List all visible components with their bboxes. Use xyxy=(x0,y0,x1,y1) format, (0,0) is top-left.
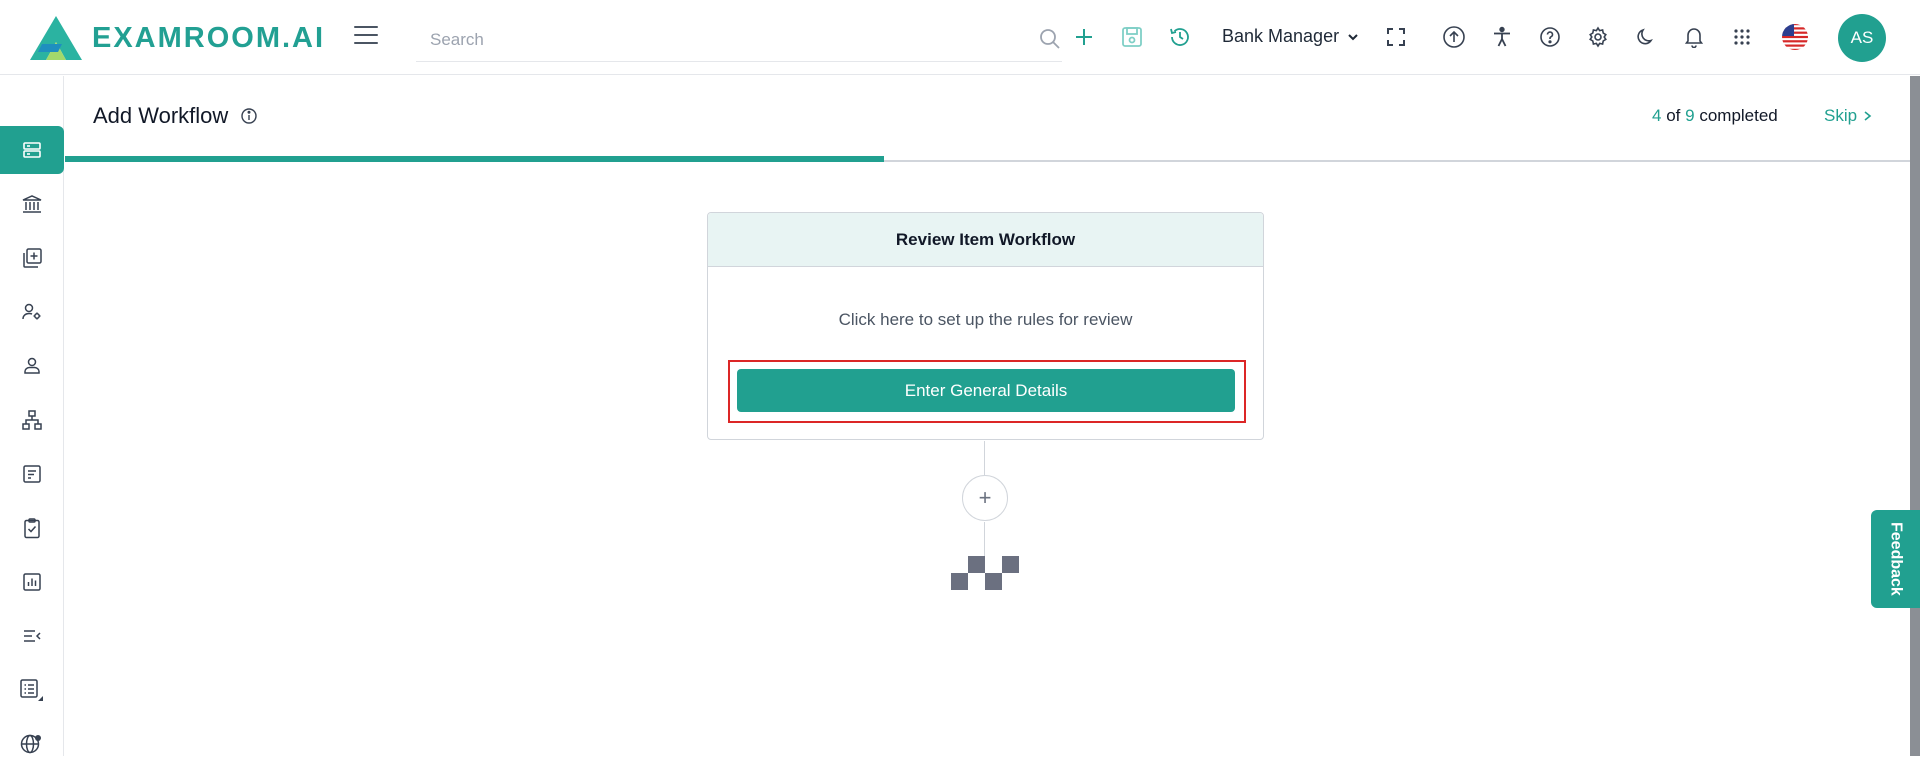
search-bar xyxy=(416,18,1062,62)
review-workflow-card[interactable]: Review Item Workflow Click here to set u… xyxy=(707,212,1264,440)
info-icon[interactable] xyxy=(240,107,258,125)
sidebar-item-forms[interactable] xyxy=(0,450,64,498)
search-icon[interactable] xyxy=(1038,27,1062,51)
report-chart-icon xyxy=(23,573,41,591)
card-title: Review Item Workflow xyxy=(708,213,1263,267)
page-title-row: Add Workflow xyxy=(93,103,258,129)
sidebar-item-add-items[interactable] xyxy=(0,234,64,282)
us-flag-language-icon[interactable] xyxy=(1780,24,1810,50)
list-collapse-icon xyxy=(24,630,41,642)
logo-text: EXAMROOM.AI xyxy=(92,21,326,54)
enter-general-details-button[interactable]: Enter General Details xyxy=(737,369,1235,412)
progress-bar-fill xyxy=(65,156,884,162)
sidebar-item-dashboard[interactable] xyxy=(0,126,64,174)
globe-settings-icon xyxy=(20,734,41,754)
apps-grid-icon[interactable] xyxy=(1729,24,1755,50)
user-avatar[interactable]: AS xyxy=(1838,14,1886,62)
progress-of-label: of xyxy=(1666,106,1681,125)
sidebar-item-users[interactable] xyxy=(0,342,64,390)
add-step-button[interactable]: + xyxy=(962,475,1008,521)
sidebar-item-table-list[interactable] xyxy=(0,666,64,714)
page-title: Add Workflow xyxy=(93,103,229,128)
search-input[interactable] xyxy=(416,19,1016,60)
chevron-right-icon xyxy=(1864,111,1872,121)
notification-bell-icon[interactable] xyxy=(1681,24,1707,50)
user-settings-icon xyxy=(22,303,41,320)
logo-mark-icon xyxy=(30,16,82,60)
top-header: EXAMROOM.AI Bank Manager xyxy=(0,0,1920,75)
feedback-tab[interactable]: Feedback xyxy=(1871,510,1920,608)
clipboard-check-icon xyxy=(24,518,40,539)
save-icon[interactable] xyxy=(1119,24,1145,50)
form-icon xyxy=(23,465,41,483)
role-label: Bank Manager xyxy=(1222,26,1340,46)
progress-total: 9 xyxy=(1685,106,1695,125)
connector-line-top xyxy=(984,441,985,475)
left-sidebar xyxy=(0,76,64,756)
progress-completed-label: completed xyxy=(1699,106,1778,125)
skip-link[interactable]: Skip xyxy=(1824,106,1872,126)
fullscreen-icon[interactable] xyxy=(1383,24,1409,50)
menu-toggle-icon[interactable] xyxy=(354,26,378,46)
server-icon xyxy=(23,142,41,158)
accessibility-icon[interactable] xyxy=(1489,24,1515,50)
upload-icon[interactable] xyxy=(1441,24,1467,50)
examroom-logo[interactable]: EXAMROOM.AI xyxy=(28,14,325,62)
hierarchy-icon xyxy=(22,410,42,430)
skip-label: Skip xyxy=(1824,106,1858,125)
sidebar-item-user-settings[interactable] xyxy=(0,288,64,336)
progress-counter: 4 of 9 completed xyxy=(1652,106,1778,126)
scrollbar-thumb[interactable] xyxy=(1910,76,1920,756)
sidebar-item-bank[interactable] xyxy=(0,180,64,228)
highlight-frame: Enter General Details xyxy=(728,360,1246,423)
feedback-label: Feedback xyxy=(1887,522,1905,596)
add-icon[interactable] xyxy=(1071,24,1097,50)
card-subtitle: Click here to set up the rules for revie… xyxy=(838,310,1133,329)
bank-icon xyxy=(22,195,42,213)
progress-done: 4 xyxy=(1652,106,1662,125)
role-dropdown[interactable]: Bank Manager xyxy=(1222,26,1359,47)
settings-gear-icon[interactable] xyxy=(1585,24,1611,50)
list-table-icon xyxy=(20,679,43,701)
add-stack-icon xyxy=(23,248,42,268)
user-icon xyxy=(24,357,40,374)
sidebar-item-hierarchy[interactable] xyxy=(0,396,64,444)
dark-mode-moon-icon[interactable] xyxy=(1633,24,1659,50)
history-icon[interactable] xyxy=(1167,24,1193,50)
sidebar-item-review[interactable] xyxy=(0,504,64,552)
sidebar-item-collapse-list[interactable] xyxy=(0,612,64,660)
finish-flag-icon xyxy=(951,556,1019,590)
chevron-down-icon xyxy=(1348,33,1358,40)
connector-line-bottom xyxy=(984,522,985,556)
help-icon[interactable] xyxy=(1537,24,1563,50)
sidebar-item-reports[interactable] xyxy=(0,558,64,606)
sidebar-item-global-settings[interactable] xyxy=(0,720,64,768)
